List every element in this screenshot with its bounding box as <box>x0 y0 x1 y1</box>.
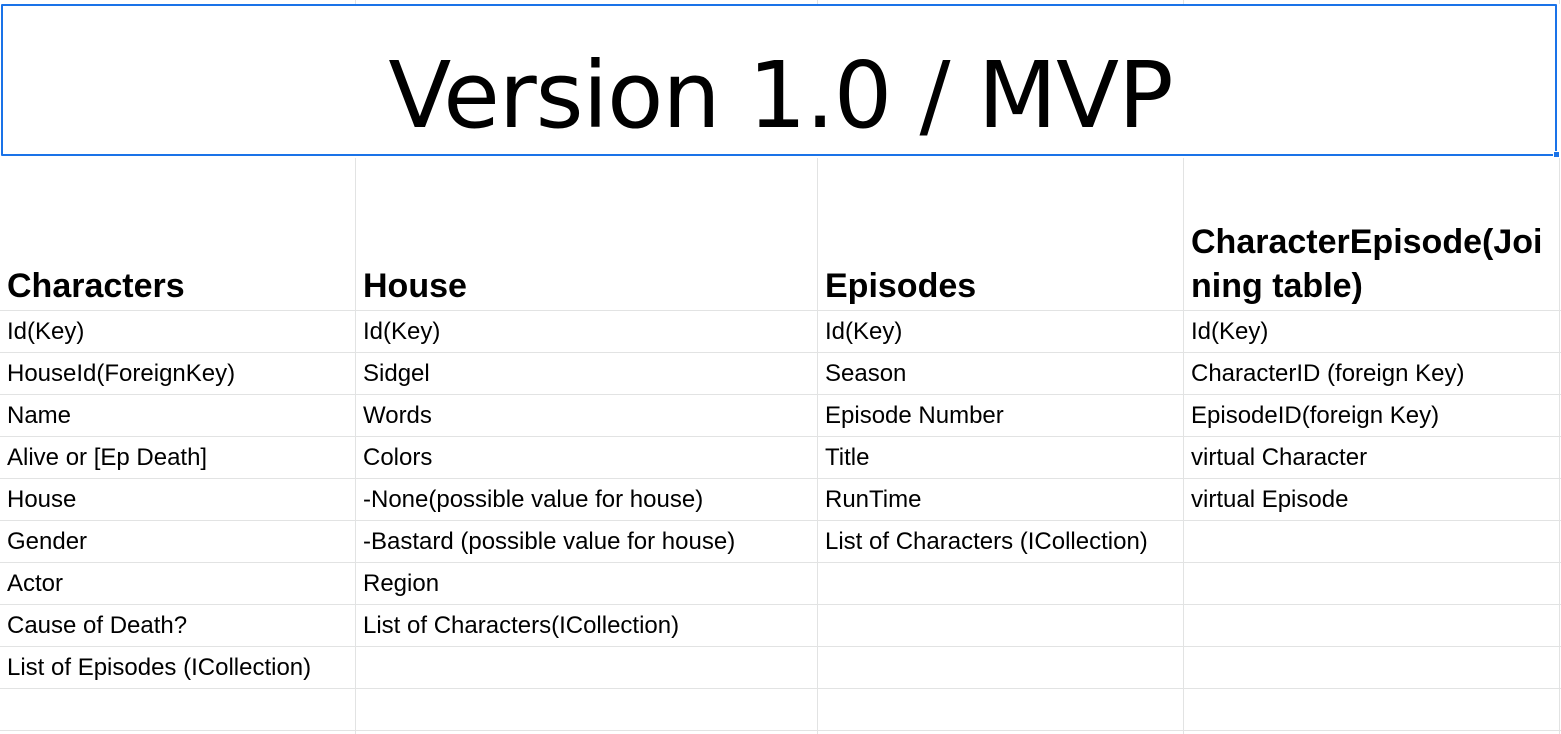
table-cell[interactable]: Id(Key) <box>0 311 355 353</box>
header-label: CharacterEpisode(Joining table) <box>1191 223 1543 305</box>
table-cell[interactable]: Colors <box>356 437 817 479</box>
table-cell[interactable]: Gender <box>0 521 355 563</box>
table-cell[interactable]: List of Characters(ICollection) <box>356 605 817 647</box>
table-cell[interactable]: Title <box>818 437 1183 479</box>
table-cell[interactable]: House <box>0 479 355 521</box>
header-label: House <box>363 267 467 305</box>
table-cell[interactable]: -Bastard (possible value for house) <box>356 521 817 563</box>
table-cell[interactable]: List of Characters (ICollection) <box>818 521 1183 563</box>
table-cell[interactable]: Id(Key) <box>818 311 1183 353</box>
row-divider <box>0 730 1561 731</box>
header-cell-character-episode[interactable]: CharacterEpisode(Joining table) <box>1184 160 1552 308</box>
table-cell[interactable]: Region <box>356 563 817 605</box>
table-cell[interactable]: virtual Episode <box>1184 479 1559 521</box>
spreadsheet-grid: Version 1.0 / MVP Characters House Episo… <box>0 0 1561 734</box>
table-cell[interactable]: virtual Character <box>1184 437 1559 479</box>
header-label: Characters <box>7 267 185 305</box>
table-cell[interactable]: Alive or [Ep Death] <box>0 437 355 479</box>
fill-handle[interactable] <box>1553 151 1560 158</box>
table-cell[interactable]: Sidgel <box>356 353 817 395</box>
table-cell[interactable]: Words <box>356 395 817 437</box>
table-cell[interactable]: List of Episodes (ICollection) <box>0 647 355 689</box>
table-cell[interactable]: RunTime <box>818 479 1183 521</box>
table-cell[interactable]: -None(possible value for house) <box>356 479 817 521</box>
table-cell[interactable]: EpisodeID(foreign Key) <box>1184 395 1559 437</box>
table-cell[interactable]: HouseId(ForeignKey) <box>0 353 355 395</box>
table-cell[interactable]: Name <box>0 395 355 437</box>
table-cell[interactable]: Season <box>818 353 1183 395</box>
table-cell[interactable]: Id(Key) <box>1184 311 1559 353</box>
table-cell[interactable]: CharacterID (foreign Key) <box>1184 353 1559 395</box>
table-cell[interactable]: Id(Key) <box>356 311 817 353</box>
header-label: Episodes <box>825 267 977 305</box>
table-cell[interactable]: Cause of Death? <box>0 605 355 647</box>
selection-border <box>1 4 1557 156</box>
header-cell-house[interactable]: House <box>356 160 817 308</box>
table-cell[interactable]: Actor <box>0 563 355 605</box>
header-cell-episodes[interactable]: Episodes <box>818 160 1183 308</box>
table-cell[interactable]: Episode Number <box>818 395 1183 437</box>
header-cell-characters[interactable]: Characters <box>0 160 355 308</box>
